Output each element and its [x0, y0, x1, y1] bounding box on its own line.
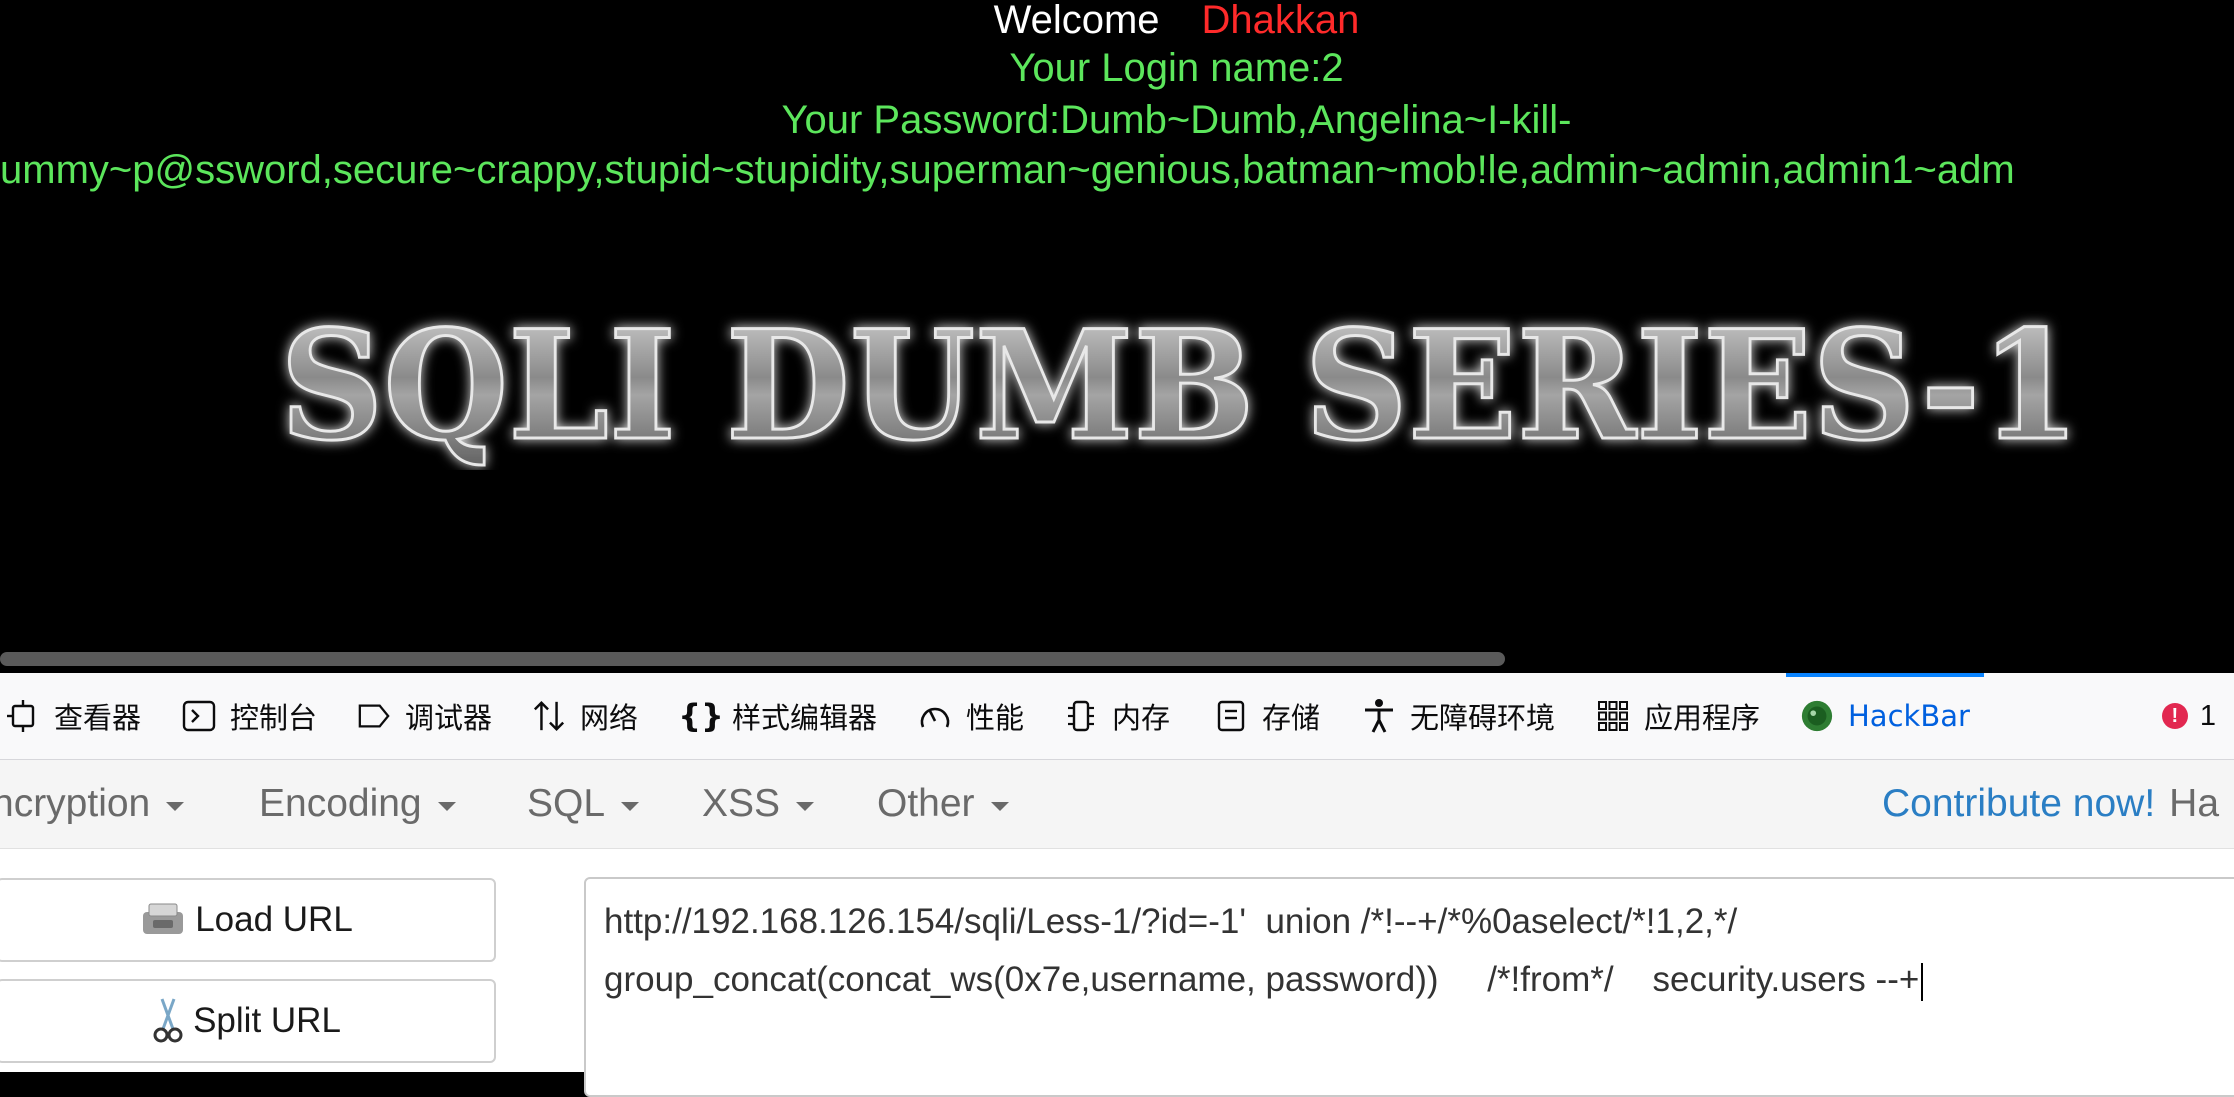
menu-xss[interactable]: XSS — [702, 760, 815, 848]
hackbar-menu-bar: ncryption Encoding SQL XSS Other Contrib… — [0, 760, 2234, 849]
tab-style-editor[interactable]: {} 样式编辑器 — [678, 673, 878, 759]
url-textarea[interactable]: http://192.168.126.154/sqli/Less-1/?id=-… — [584, 877, 2234, 1097]
menu-label: Encoding — [259, 782, 422, 825]
tab-label: 存储 — [1262, 701, 1321, 735]
tab-console[interactable]: 控制台 — [182, 673, 317, 759]
url-line-2: group_concat(concat_ws(0x7e,username, pa… — [604, 960, 1920, 999]
hackbar-icon — [1800, 699, 1834, 733]
accessibility-icon — [1362, 699, 1396, 733]
error-count-badge[interactable]: ! 1 — [2161, 673, 2216, 759]
devtools-tab-bar: 查看器 控制台 调试器 网络 {} 样式编辑器 性能 内存 存储 无障碍环境 应… — [0, 673, 2234, 760]
tab-label: 控制台 — [230, 701, 318, 735]
scrollbar-thumb[interactable] — [0, 652, 1505, 666]
tab-label: 网络 — [580, 701, 639, 735]
load-url-button[interactable]: Load URL — [0, 878, 496, 962]
tab-inspector[interactable]: 查看器 — [6, 673, 141, 759]
url-line-1: http://192.168.126.154/sqli/Less-1/?id=-… — [604, 902, 1738, 941]
menu-encryption[interactable]: ncryption — [0, 760, 185, 848]
scissors-icon — [151, 997, 185, 1045]
console-icon — [182, 699, 216, 733]
tab-application[interactable]: 应用程序 — [1596, 673, 1760, 759]
chevron-down-icon — [166, 801, 185, 811]
contribute-link[interactable]: Contribute now! Ha — [1882, 760, 2219, 848]
chevron-down-icon — [990, 801, 1009, 811]
storage-icon — [1214, 699, 1248, 733]
network-icon — [532, 699, 566, 733]
tab-performance[interactable]: 性能 — [918, 673, 1024, 759]
welcome-line: Welcome Dhakkan — [0, 0, 2234, 42]
contribute-tail: Ha — [2169, 782, 2220, 825]
inspector-icon — [6, 699, 40, 733]
performance-icon — [918, 699, 952, 733]
load-url-label: Load URL — [195, 900, 353, 939]
split-url-button[interactable]: Split URL — [0, 979, 496, 1063]
tab-storage[interactable]: 存储 — [1214, 673, 1320, 759]
login-name-line: Your Login name:2 — [1009, 46, 1344, 90]
password-line: Your Password:Dumb~Dumb,Angelina~I-kill- — [781, 98, 1572, 142]
tab-label: 查看器 — [54, 701, 142, 735]
tab-label: 性能 — [966, 701, 1025, 735]
horizontal-scrollbar[interactable] — [0, 645, 2234, 673]
tab-label: 内存 — [1112, 701, 1171, 735]
chevron-down-icon — [621, 801, 640, 811]
hackbar-panel: Load URL Split URL http://192.168.126.15… — [0, 849, 2234, 1097]
debugger-icon — [357, 699, 391, 733]
menu-encoding[interactable]: Encoding — [259, 760, 456, 848]
tab-hackbar[interactable]: HackBar — [1786, 673, 1984, 759]
tab-label: 应用程序 — [1644, 701, 1761, 735]
error-count: 1 — [2199, 699, 2216, 732]
sqli-logo: SQLI DUMB SERIES-1 — [270, 290, 2090, 476]
tab-label: 调试器 — [405, 701, 493, 735]
error-icon: ! — [2161, 703, 2188, 729]
menu-label: Other — [877, 782, 975, 825]
text-cursor — [1921, 962, 1924, 1001]
password-continuation-line: ,Dummy~p@ssword,secure~crappy,stupid~stu… — [0, 148, 2015, 192]
menu-label: SQL — [527, 782, 606, 825]
logo-text: SQLI DUMB SERIES-1 — [280, 298, 2080, 470]
menu-label: ncryption — [0, 782, 151, 825]
tab-label: 无障碍环境 — [1410, 701, 1556, 735]
load-url-icon — [139, 900, 187, 940]
tab-accessibility[interactable]: 无障碍环境 — [1362, 673, 1555, 759]
memory-icon — [1064, 699, 1098, 733]
chevron-down-icon — [796, 801, 815, 811]
application-icon — [1596, 699, 1630, 733]
welcome-username: Dhakkan — [1201, 0, 1360, 42]
tab-label: HackBar — [1848, 699, 1970, 733]
menu-label: XSS — [702, 782, 781, 825]
style-editor-icon: {} — [678, 697, 724, 735]
contribute-text[interactable]: Contribute now! — [1882, 782, 2155, 826]
chevron-down-icon — [437, 801, 456, 811]
menu-sql[interactable]: SQL — [527, 760, 640, 848]
tab-label: 样式编辑器 — [732, 701, 878, 735]
web-page: Welcome Dhakkan Your Login name:2 Your Pa… — [0, 0, 2234, 645]
split-url-label: Split URL — [193, 1001, 341, 1040]
welcome-label: Welcome — [993, 0, 1160, 42]
menu-other[interactable]: Other — [877, 760, 1009, 848]
tab-memory[interactable]: 内存 — [1064, 673, 1170, 759]
tab-debugger[interactable]: 调试器 — [357, 673, 492, 759]
tab-network[interactable]: 网络 — [532, 673, 638, 759]
